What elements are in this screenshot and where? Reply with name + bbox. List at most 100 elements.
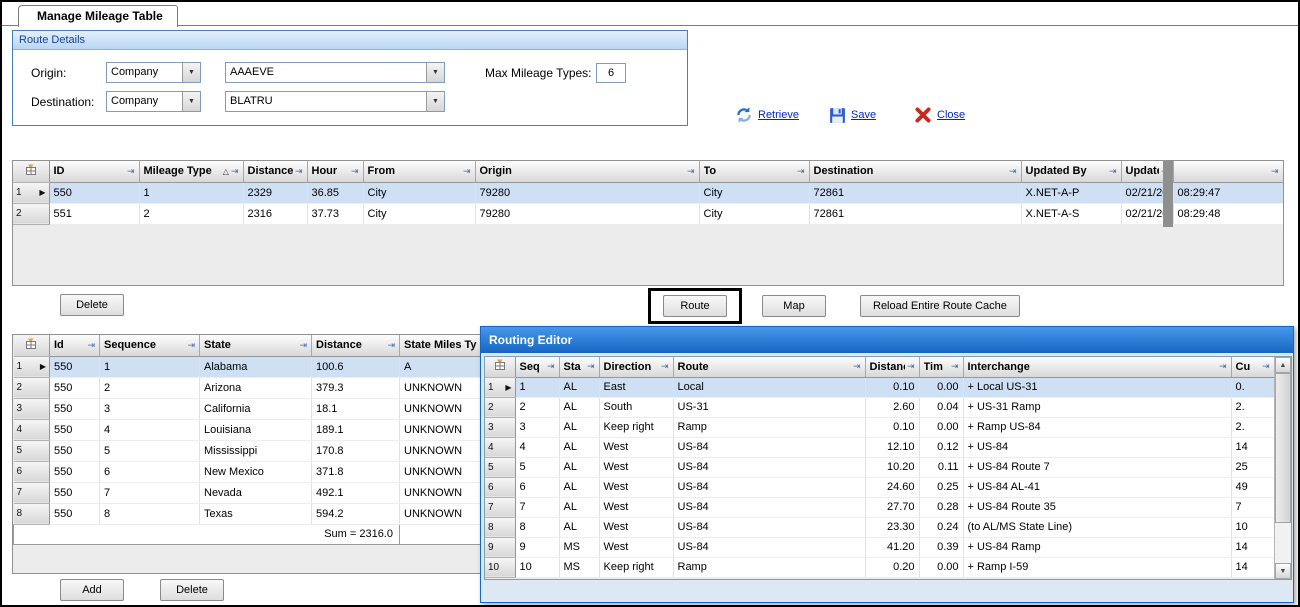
map-button[interactable]: Map	[762, 295, 826, 317]
grid-selector-header[interactable]	[485, 357, 515, 377]
table-row[interactable]: 66ALWestUS-8424.600.25+ US-84 AL-4149	[485, 477, 1274, 497]
column-header-sequence[interactable]: Sequence⇥	[100, 335, 200, 356]
column-header-distanc[interactable]: Distanc⇥	[865, 357, 919, 377]
row-selector[interactable]: 5	[14, 440, 50, 461]
column-header-seq[interactable]: Seq⇥	[515, 357, 559, 377]
row-selector[interactable]: 9	[485, 537, 515, 557]
chevron-down-icon[interactable]: ▼	[182, 92, 200, 111]
mileage-grid[interactable]: ID⇥Mileage Type△⇥Distance⇥Hour⇥From⇥Orig…	[12, 160, 1284, 286]
origin-code-combo[interactable]: AAAEVE ▼	[225, 62, 445, 83]
routing-grid[interactable]: Seq⇥Sta⇥Direction⇥Route⇥Distanc⇥Tim⇥Inte…	[484, 356, 1292, 580]
grid-selector-header[interactable]	[14, 335, 50, 356]
column-filter-icon[interactable]: ⇥	[1219, 361, 1227, 372]
row-selector[interactable]: 2	[485, 397, 515, 417]
table-row[interactable]: 33ALKeep rightRamp0.100.00+ Ramp US-842.	[485, 417, 1274, 437]
column-filter-icon[interactable]: ⇥	[687, 166, 695, 177]
table-row[interactable]: 1▶1ALEastLocal0.100.00+ Local US-310.	[485, 377, 1274, 397]
delete-bottom-button[interactable]: Delete	[160, 579, 224, 601]
destination-type-select[interactable]: Company ▼	[106, 91, 201, 112]
column-header-from[interactable]: From⇥	[363, 161, 475, 182]
table-row[interactable]: 77ALWestUS-8427.700.28+ US-84 Route 357	[485, 497, 1274, 517]
chevron-down-icon[interactable]: ▼	[426, 63, 444, 82]
column-header-updated-by[interactable]: Updated By⇥	[1021, 161, 1121, 182]
column-filter-icon[interactable]: ⇥	[127, 166, 135, 177]
table-row[interactable]: 44ALWestUS-8412.100.12+ US-8414	[485, 437, 1274, 457]
column-filter-icon[interactable]: ⇥	[295, 166, 303, 177]
column-header-destination[interactable]: Destination⇥	[809, 161, 1021, 182]
origin-type-select[interactable]: Company ▼	[106, 62, 201, 83]
chevron-down-icon[interactable]: ▼	[182, 63, 200, 82]
table-row[interactable]: 88ALWestUS-8423.300.24(to AL/MS State Li…	[485, 517, 1274, 537]
column-filter-icon[interactable]: ⇥	[907, 361, 915, 372]
close-button[interactable]: Close	[914, 105, 965, 125]
column-filter-icon[interactable]: ⇥	[951, 361, 959, 372]
max-mileage-input[interactable]	[596, 63, 626, 83]
add-button[interactable]: Add	[60, 579, 124, 601]
row-selector[interactable]: 7	[485, 497, 515, 517]
row-selector[interactable]: 8	[485, 517, 515, 537]
vertical-scrollbar[interactable]: ▲ ▼	[1274, 357, 1291, 579]
column-filter-icon[interactable]: ⇥	[231, 166, 239, 177]
row-selector[interactable]: 2	[14, 377, 50, 398]
column-filter-icon[interactable]: ⇥	[299, 340, 307, 351]
column-filter-icon[interactable]: ⇥	[661, 361, 669, 372]
column-filter-icon[interactable]: ⇥	[1109, 166, 1117, 177]
row-selector[interactable]: 6	[485, 477, 515, 497]
row-selector[interactable]: 4	[14, 419, 50, 440]
column-filter-icon[interactable]: ⇥	[187, 340, 195, 351]
column-header-mileage-type[interactable]: Mileage Type△⇥	[139, 161, 243, 182]
reload-route-cache-button[interactable]: Reload Entire Route Cache	[860, 295, 1020, 317]
row-selector[interactable]: 8	[14, 503, 50, 524]
column-header-hour[interactable]: Hour⇥	[307, 161, 363, 182]
table-row[interactable]: 1010MSKeep rightRamp0.200.00+ Ramp I-591…	[485, 557, 1274, 577]
column-filter-icon[interactable]: ⇥	[463, 166, 471, 177]
column-filter-icon[interactable]: ⇥	[351, 166, 359, 177]
column-header-to[interactable]: To⇥	[699, 161, 809, 182]
table-row[interactable]: 22ALSouthUS-312.600.04+ US-31 Ramp2.	[485, 397, 1274, 417]
table-row[interactable]: 55ALWestUS-8410.200.11+ US-84 Route 725	[485, 457, 1274, 477]
row-selector[interactable]: 6	[14, 461, 50, 482]
column-header-route[interactable]: Route⇥	[673, 357, 865, 377]
column-header-tim[interactable]: Tim⇥	[919, 357, 963, 377]
scroll-down-button[interactable]: ▼	[1275, 563, 1291, 579]
column-filter-icon[interactable]: ⇥	[1271, 166, 1279, 177]
grid-selector-header[interactable]	[13, 161, 49, 182]
row-selector[interactable]: 1▶	[14, 356, 50, 377]
column-filter-icon[interactable]: ⇥	[547, 361, 555, 372]
column-header-sta[interactable]: Sta⇥	[559, 357, 599, 377]
column-header-cu[interactable]: Cu⇥	[1231, 357, 1274, 377]
row-selector[interactable]: 3	[485, 417, 515, 437]
column-header-id[interactable]: Id⇥	[50, 335, 100, 356]
row-selector[interactable]: 1▶	[485, 377, 515, 397]
row-selector[interactable]: 2	[13, 203, 49, 224]
column-header-interchange[interactable]: Interchange⇥	[963, 357, 1231, 377]
column-header-direction[interactable]: Direction⇥	[599, 357, 673, 377]
save-button[interactable]: Save	[829, 105, 876, 125]
scroll-up-button[interactable]: ▲	[1275, 357, 1291, 373]
row-selector[interactable]: 1▶	[13, 182, 49, 203]
column-filter-icon[interactable]: ⇥	[1262, 361, 1270, 372]
tab-manage-mileage-table[interactable]: Manage Mileage Table	[18, 5, 178, 27]
row-selector[interactable]: 10	[485, 557, 515, 577]
scroll-thumb[interactable]	[1275, 373, 1291, 523]
column-filter-icon[interactable]: ⇥	[853, 361, 861, 372]
chevron-down-icon[interactable]: ▼	[426, 92, 444, 111]
row-selector[interactable]: 3	[14, 398, 50, 419]
column-header-origin[interactable]: Origin⇥	[475, 161, 699, 182]
column-header-blank[interactable]: ⇥	[1173, 161, 1283, 182]
table-row[interactable]: 25512231637.73City79280City72861X.NET-A-…	[13, 203, 1283, 224]
table-row[interactable]: 99MSWestUS-8441.200.39+ US-84 Ramp14	[485, 537, 1274, 557]
column-header-id[interactable]: ID⇥	[49, 161, 139, 182]
row-selector[interactable]: 5	[485, 457, 515, 477]
column-filter-icon[interactable]: ⇥	[1009, 166, 1017, 177]
row-selector[interactable]: 4	[485, 437, 515, 457]
column-filter-icon[interactable]: ⇥	[587, 361, 595, 372]
destination-code-combo[interactable]: BLATRU ▼	[225, 91, 445, 112]
delete-top-button[interactable]: Delete	[60, 294, 124, 316]
row-selector[interactable]: 7	[14, 482, 50, 503]
column-filter-icon[interactable]: ⇥	[87, 340, 95, 351]
column-header-distance[interactable]: Distance⇥	[312, 335, 400, 356]
route-button[interactable]: Route	[663, 295, 727, 317]
routing-editor-titlebar[interactable]: Routing Editor	[481, 327, 1293, 353]
table-row[interactable]: 1▶5501232936.85City79280City72861X.NET-A…	[13, 182, 1283, 203]
